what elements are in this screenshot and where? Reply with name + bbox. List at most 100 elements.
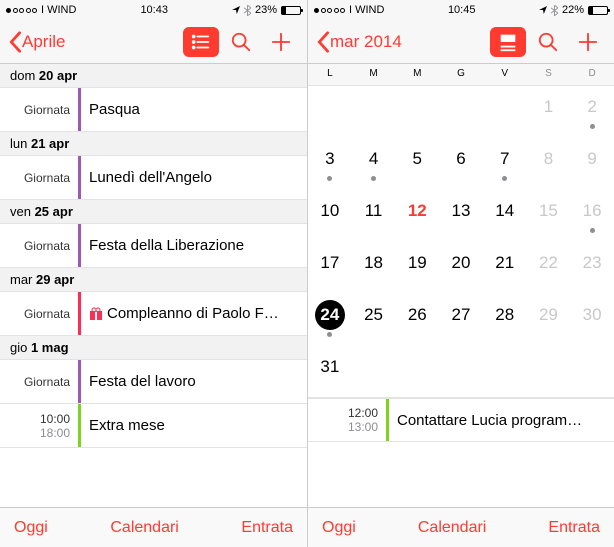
day-number: 20: [446, 248, 476, 278]
event-row[interactable]: 10:0018:00Extra mese: [0, 404, 307, 448]
inbox-button[interactable]: Entrata: [548, 519, 600, 537]
day-number: 2: [577, 92, 607, 122]
day-cell[interactable]: 23: [570, 242, 614, 294]
day-number: 30: [577, 300, 607, 330]
day-cell[interactable]: 7: [483, 138, 527, 190]
day-number: 22: [533, 248, 563, 278]
weekday-label: L: [308, 68, 352, 79]
day-number: 1: [533, 92, 563, 122]
event-dot-icon: [502, 176, 507, 181]
location-icon: [232, 6, 240, 14]
day-cell[interactable]: 12: [395, 190, 439, 242]
day-cell[interactable]: 8: [527, 138, 571, 190]
day-cell[interactable]: 17: [308, 242, 352, 294]
back-button[interactable]: Aprile: [8, 31, 65, 53]
event-title: Lunedì dell'Angelo: [81, 156, 307, 199]
day-cell[interactable]: 27: [439, 294, 483, 346]
event-dot-icon: [590, 228, 595, 233]
add-button[interactable]: [570, 27, 606, 57]
back-label: mar 2014: [330, 32, 402, 52]
list-toggle-button[interactable]: [183, 27, 219, 57]
day-number: 10: [315, 196, 345, 226]
calendars-button[interactable]: Calendari: [418, 519, 486, 537]
event-dot-icon: [590, 124, 595, 129]
day-cell[interactable]: 15: [527, 190, 571, 242]
day-cell[interactable]: 10: [308, 190, 352, 242]
weekday-label: D: [570, 68, 614, 79]
back-label: Aprile: [22, 32, 65, 52]
day-cell[interactable]: 14: [483, 190, 527, 242]
day-cell[interactable]: 28: [483, 294, 527, 346]
day-cell[interactable]: 6: [439, 138, 483, 190]
day-cell[interactable]: 3: [308, 138, 352, 190]
day-cell[interactable]: 25: [352, 294, 396, 346]
carrier-label: I WIND: [41, 4, 76, 16]
battery-pct: 23%: [255, 4, 277, 16]
day-number: 6: [446, 144, 476, 174]
day-cell[interactable]: 29: [527, 294, 571, 346]
toolbar: Oggi Calendari Entrata: [0, 507, 307, 547]
location-icon: [539, 6, 547, 14]
day-cell[interactable]: 24: [308, 294, 352, 346]
day-cell[interactable]: 31: [308, 346, 352, 398]
day-cell[interactable]: 5: [395, 138, 439, 190]
day-cell[interactable]: 19: [395, 242, 439, 294]
day-cell[interactable]: 11: [352, 190, 396, 242]
day-header: dom 20 apr: [0, 64, 307, 88]
event-row[interactable]: GiornataCompleanno di Paolo F…: [0, 292, 307, 336]
day-cell[interactable]: 9: [570, 138, 614, 190]
status-bar: I WIND 10:45 22%: [308, 0, 614, 20]
phone-right: I WIND 10:45 22% mar 2014: [307, 0, 614, 547]
search-button[interactable]: [223, 27, 259, 57]
today-button[interactable]: Oggi: [14, 519, 48, 537]
search-button[interactable]: [530, 27, 566, 57]
toolbar: Oggi Calendari Entrata: [308, 507, 614, 547]
day-cell[interactable]: 22: [527, 242, 571, 294]
inbox-button[interactable]: Entrata: [241, 519, 293, 537]
day-cell[interactable]: 4: [352, 138, 396, 190]
day-number: 9: [577, 144, 607, 174]
clock-label: 10:43: [140, 4, 168, 16]
phone-left: I WIND 10:43 23% Aprile: [0, 0, 307, 547]
day-cell: [527, 346, 571, 398]
month-grid: 1234567891011121314151617181920212223242…: [308, 86, 614, 398]
day-number: 16: [577, 196, 607, 226]
event-row[interactable]: GiornataFesta della Liberazione: [0, 224, 307, 268]
day-cell[interactable]: 1: [527, 86, 571, 138]
signal-dots-icon: [6, 8, 37, 13]
event-row[interactable]: GiornataPasqua: [0, 88, 307, 132]
event-row[interactable]: GiornataLunedì dell'Angelo: [0, 156, 307, 200]
day-cell: [395, 86, 439, 138]
day-number: 5: [402, 144, 432, 174]
weekday-label: G: [439, 68, 483, 79]
event-list[interactable]: dom 20 aprGiornataPasqualun 21 aprGiorna…: [0, 64, 307, 507]
day-toggle-button[interactable]: [490, 27, 526, 57]
day-cell[interactable]: 16: [570, 190, 614, 242]
day-header: gio 1 mag: [0, 336, 307, 360]
day-cell[interactable]: 26: [395, 294, 439, 346]
day-cell[interactable]: 21: [483, 242, 527, 294]
day-number: 27: [446, 300, 476, 330]
calendars-button[interactable]: Calendari: [110, 519, 178, 537]
day-cell[interactable]: 13: [439, 190, 483, 242]
today-button[interactable]: Oggi: [322, 519, 356, 537]
day-number: 25: [359, 300, 389, 330]
day-cell[interactable]: 30: [570, 294, 614, 346]
chevron-left-icon: [8, 31, 22, 53]
back-button[interactable]: mar 2014: [316, 31, 402, 53]
weekday-label: V: [483, 68, 527, 79]
status-bar: I WIND 10:43 23%: [0, 0, 307, 20]
day-cell: [352, 86, 396, 138]
day-number: 24: [315, 300, 345, 330]
day-cell[interactable]: 18: [352, 242, 396, 294]
selected-day-event[interactable]: 12:00 13:00 Contattare Lucia program…: [308, 398, 614, 442]
add-button[interactable]: [263, 27, 299, 57]
day-cell[interactable]: 20: [439, 242, 483, 294]
list-icon: [190, 31, 212, 53]
day-cell: [352, 346, 396, 398]
chevron-left-icon: [316, 31, 330, 53]
event-row[interactable]: GiornataFesta del lavoro: [0, 360, 307, 404]
day-number: 13: [446, 196, 476, 226]
day-cell[interactable]: 2: [570, 86, 614, 138]
day-number: 12: [402, 196, 432, 226]
